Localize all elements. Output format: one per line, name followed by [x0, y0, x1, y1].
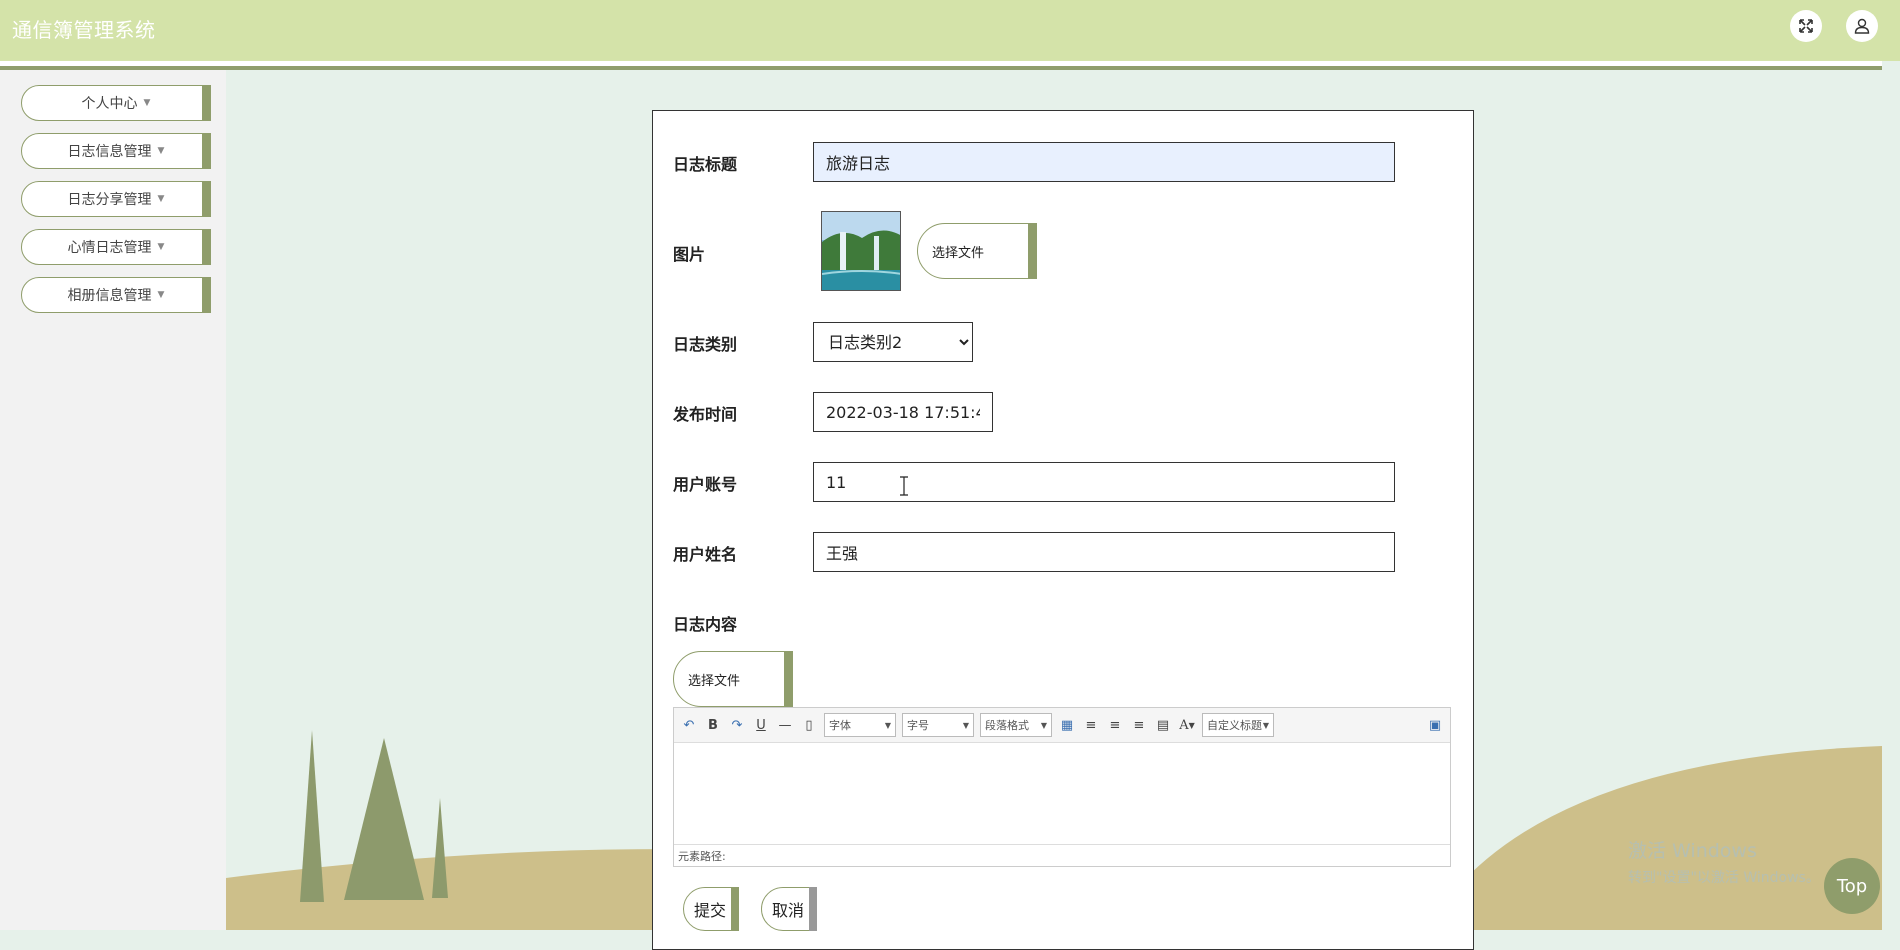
custom-title-select[interactable]: 自定义标题 ▼: [1202, 713, 1274, 737]
back-to-top-button[interactable]: Top: [1824, 858, 1880, 914]
top-header: 通信簿管理系统: [0, 0, 1900, 70]
align-right-icon[interactable]: ≡: [1106, 716, 1124, 734]
username-label: 用户姓名: [673, 545, 738, 564]
chevron-down-icon: ▼: [157, 146, 165, 156]
submit-button[interactable]: 提交: [683, 887, 739, 931]
windows-activation-watermark: 激活 Windows 转到"设置"以激活 Windows。: [1628, 836, 1820, 887]
chevron-down-icon: ▼: [1040, 720, 1047, 730]
horizontal-rule-icon[interactable]: —: [776, 716, 794, 734]
custom-title-label: 自定义标题: [1207, 719, 1262, 732]
chevron-down-icon: ▼: [157, 194, 165, 204]
sidebar-item-log-share[interactable]: 日志分享管理 ▼: [21, 181, 211, 217]
image-thumbnail: [821, 211, 901, 291]
chevron-down-icon: ▼: [884, 720, 891, 730]
category-select[interactable]: 日志类别2: [813, 322, 973, 362]
page-icon[interactable]: ▯: [800, 716, 818, 734]
sidebar-item-album[interactable]: 相册信息管理 ▼: [21, 277, 211, 313]
publish-time-input[interactable]: [813, 392, 993, 432]
align-center-icon[interactable]: ≡: [1130, 716, 1148, 734]
expand-icon: [1799, 19, 1813, 33]
chevron-down-icon: ▼: [143, 98, 151, 108]
justify-icon[interactable]: ▤: [1154, 716, 1172, 734]
paragraph-format-label: 段落格式: [985, 719, 1029, 732]
title-input[interactable]: [813, 142, 1395, 182]
text-cursor-icon: [900, 476, 908, 496]
bold-icon[interactable]: B: [704, 716, 722, 734]
sidebar-item-label: 个人中心: [81, 96, 138, 112]
element-path-label: 元素路径:: [678, 849, 726, 863]
underline-icon[interactable]: U: [752, 716, 770, 734]
redo-icon[interactable]: ↷: [728, 716, 746, 734]
font-family-label: 字体: [829, 719, 851, 732]
content-choose-file-button[interactable]: 选择文件: [673, 651, 793, 707]
editor-toolbar: ↶ B ↷ U — ▯ 字体 ▼ 字号 ▼ 段落格式 ▼ ▦ ≡ ≡ ≡ ▤ A ▼ 自…: [674, 708, 1450, 743]
sidebar: 个人中心 ▼ 日志信息管理 ▼ 日志分享管理 ▼ 心情日志管理 ▼ 相册信息管理 ▼: [0, 70, 226, 930]
chevron-down-icon: ▼: [157, 242, 165, 252]
table-icon[interactable]: ▦: [1058, 716, 1076, 734]
content-label: 日志内容: [673, 615, 738, 634]
publish-time-label: 发布时间: [673, 405, 738, 424]
font-size-select[interactable]: 字号 ▼: [902, 713, 974, 737]
sidebar-item-label: 日志信息管理: [67, 144, 152, 160]
paragraph-format-select[interactable]: 段落格式 ▼: [980, 713, 1052, 737]
sidebar-item-label: 相册信息管理: [67, 288, 152, 304]
sidebar-item-personal-center[interactable]: 个人中心 ▼: [21, 85, 211, 121]
sidebar-item-log-info[interactable]: 日志信息管理 ▼: [21, 133, 211, 169]
font-color-icon[interactable]: A ▼: [1178, 716, 1196, 734]
cancel-button[interactable]: 取消: [761, 887, 817, 931]
chevron-down-icon: ▼: [962, 720, 969, 730]
log-edit-form: 日志标题 图片 选择文件 日志类别 日志类别2 发布时间 用户账号 用户姓名 日…: [652, 110, 1474, 950]
fullscreen-button[interactable]: [1790, 10, 1822, 42]
chevron-down-icon: ▼: [157, 290, 165, 300]
image-label: 图片: [673, 245, 706, 264]
image-choose-file-button[interactable]: 选择文件: [917, 223, 1037, 279]
align-left-icon[interactable]: ≡: [1082, 716, 1100, 734]
preview-icon[interactable]: ▣: [1426, 716, 1444, 734]
font-family-select[interactable]: 字体 ▼: [824, 713, 896, 737]
user-icon: [1854, 18, 1870, 34]
editor-path-bar: 元素路径:: [674, 844, 1450, 866]
category-label: 日志类别: [673, 335, 738, 354]
title-label: 日志标题: [673, 155, 738, 174]
undo-icon[interactable]: ↶: [680, 716, 698, 734]
sidebar-item-mood-log[interactable]: 心情日志管理 ▼: [21, 229, 211, 265]
app-title: 通信簿管理系统: [12, 18, 156, 42]
font-size-label: 字号: [907, 719, 929, 732]
chevron-down-icon: ▼: [1262, 720, 1269, 730]
editor-content-area[interactable]: [674, 743, 1450, 845]
account-label: 用户账号: [673, 475, 738, 494]
watermark-line1: 激活 Windows: [1628, 840, 1757, 862]
watermark-line2: 转到"设置"以激活 Windows。: [1628, 870, 1820, 886]
sidebar-item-label: 日志分享管理: [67, 192, 152, 208]
sidebar-item-label: 心情日志管理: [67, 240, 152, 256]
rich-text-editor: ↶ B ↷ U — ▯ 字体 ▼ 字号 ▼ 段落格式 ▼ ▦ ≡ ≡ ≡ ▤ A ▼ 自…: [673, 707, 1451, 867]
username-input[interactable]: [813, 532, 1395, 572]
user-button[interactable]: [1846, 10, 1878, 42]
